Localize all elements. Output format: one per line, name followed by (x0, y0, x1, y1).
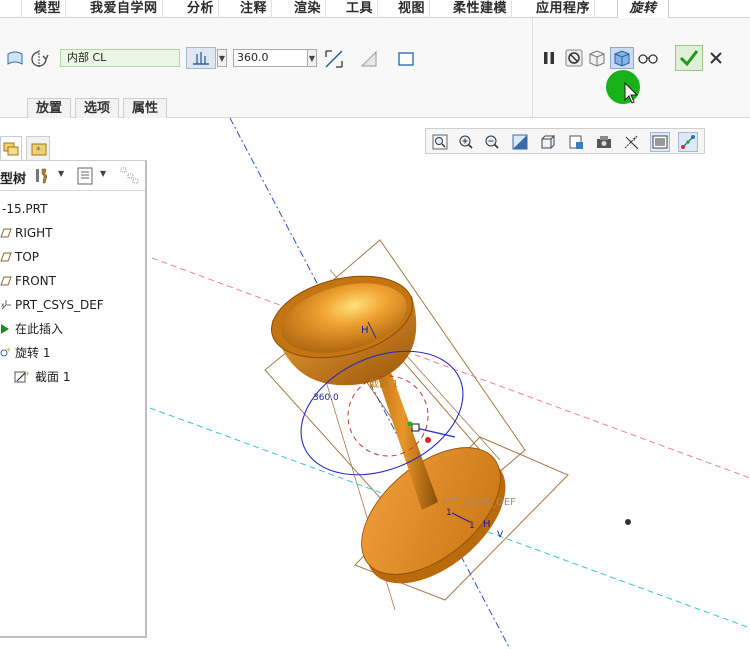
tree-item-label: FRONT (15, 274, 56, 288)
datum-plane-icon (0, 227, 12, 239)
ribbon-tab-file[interactable] (0, 0, 22, 18)
filter-tree-icon[interactable] (120, 167, 140, 188)
tree-item-label: PRT_CSYS_DEF (15, 298, 104, 312)
tree-item-part[interactable]: -15.PRT (2, 199, 47, 219)
model-tree-panel: 型树 ▼ ▼ -15.PRT RIGHT TOP FRONT x PRT_CSY… (0, 160, 147, 638)
model-tree-header: 型树 ▼ ▼ (0, 161, 145, 191)
dimension-label-2[interactable]: 1 (469, 521, 475, 531)
flip-angle-direction-icon[interactable] (322, 47, 346, 71)
ribbon-tab-analysis[interactable]: 分析 (183, 0, 220, 18)
datum-plane-icon (0, 275, 12, 287)
tree-item-label: RIGHT (15, 226, 53, 240)
click-indicator (606, 70, 640, 104)
ribbon-tab-render[interactable]: 渲染 (290, 0, 327, 18)
model-canvas[interactable]: 截面 1 360.0 H PRT_CSYS_DEF 1 1 H V (148, 118, 750, 649)
ribbon-tab-view[interactable]: 视图 (394, 0, 431, 18)
tree-item-top[interactable]: TOP (0, 247, 39, 267)
drag-handle[interactable] (411, 423, 420, 432)
tree-item-label: -15.PRT (2, 202, 48, 216)
angle-option-icon[interactable] (186, 47, 216, 69)
tab-model-tree[interactable] (0, 136, 22, 160)
svg-text:*: * (25, 371, 30, 381)
ribbon-tab-flexible-modeling[interactable]: 柔性建模 (449, 0, 513, 18)
svg-text:*: * (36, 146, 41, 156)
settings-icon[interactable] (32, 166, 52, 189)
thicken-sketch-icon[interactable] (394, 47, 418, 71)
svg-text:*: * (6, 347, 11, 357)
axis-reference-field[interactable]: 内部 CL (60, 49, 180, 67)
vertical-constraint: V (497, 530, 504, 540)
insert-here-icon (0, 323, 12, 335)
preview-geometry-icon[interactable] (586, 48, 608, 68)
show-list-icon[interactable] (76, 167, 94, 188)
show-dropdown-icon[interactable]: ▼ (100, 169, 106, 178)
surface-icon[interactable] (4, 49, 26, 69)
tree-item-right[interactable]: RIGHT (0, 223, 53, 243)
revolve-icon: * (0, 347, 12, 359)
tree-item-section[interactable]: * 截面 1 (14, 367, 70, 387)
revolve-dashboard: 内部 CL ▼ 360.0 ▼ 放置 选项 属性 (0, 18, 750, 118)
ribbon-tab-custom[interactable]: 我爱自学网 (86, 0, 163, 18)
sketch-line (415, 427, 456, 438)
ribbon-tab-annotate[interactable]: 注释 (236, 0, 273, 18)
folder-tree-icon (3, 142, 19, 156)
verify-mode-icon[interactable] (636, 49, 660, 67)
csys-icon: x (0, 299, 12, 311)
model-tree-title: 型树 (0, 172, 27, 187)
tree-item-label: 旋转 1 (15, 346, 51, 360)
ribbon-tab-applications[interactable]: 应用程序 (532, 0, 596, 18)
ok-apply-button[interactable] (675, 45, 703, 71)
tree-item-revolve[interactable]: * 旋转 1 (0, 343, 50, 363)
graphics-viewport[interactable]: 截面 1 360.0 H PRT_CSYS_DEF 1 1 H V (148, 118, 750, 649)
settings-dropdown-icon[interactable]: ▼ (58, 169, 64, 178)
sketch-icon: * (14, 371, 32, 383)
goblet-base (361, 447, 506, 584)
tab-properties[interactable]: 属性 (123, 98, 168, 118)
preview-feature-icon[interactable] (610, 47, 634, 69)
tree-item-label: 在此插入 (15, 322, 64, 336)
tab-options[interactable]: 选项 (75, 98, 120, 118)
section-label: 截面 1 (369, 377, 399, 390)
csys-label: PRT_CSYS_DEF (442, 497, 516, 508)
tree-item-label: 截面 1 (35, 370, 71, 384)
horizontal-constraint-bottom: H (483, 519, 491, 530)
favorites-folder-icon: * (31, 143, 47, 156)
spin-center-dot (625, 519, 631, 525)
ribbon-tab-model[interactable]: 模型 (30, 0, 67, 18)
angle-dimension-label[interactable]: 360.0 (313, 393, 339, 403)
no-preview-icon[interactable] (564, 48, 584, 68)
datum-plane-icon (0, 251, 12, 263)
cancel-button[interactable] (706, 49, 726, 67)
navigator-tabs: * (0, 136, 60, 160)
tab-placement[interactable]: 放置 (27, 98, 72, 118)
tree-item-label: TOP (15, 250, 40, 264)
flip-direction-icon[interactable] (28, 49, 50, 69)
dashboard-separator (532, 18, 533, 118)
tree-item-insert-here[interactable]: 在此插入 (0, 319, 63, 339)
anchor-point-marker (407, 421, 413, 427)
tab-favorites[interactable]: * (26, 136, 50, 160)
ribbon-tab-tools[interactable]: 工具 (342, 0, 379, 18)
start-point-marker (425, 437, 431, 443)
ribbon-tab-bar: 模型 我爱自学网 分析 注释 渲染 工具 视图 柔性建模 应用程序 旋转 (0, 0, 750, 19)
svg-text:x: x (1, 302, 5, 309)
goblet-bowl (271, 275, 417, 386)
angle-input[interactable]: 360.0 (233, 49, 317, 67)
datum-axis-pink (151, 257, 750, 479)
remove-material-icon[interactable] (357, 47, 381, 71)
angle-dropdown[interactable]: ▼ (307, 49, 317, 67)
horizontal-constraint-top: H (361, 325, 369, 336)
pause-icon[interactable] (540, 49, 558, 67)
dimension-label-1[interactable]: 1 (446, 508, 452, 518)
angle-option-dropdown[interactable]: ▼ (217, 49, 227, 67)
ribbon-tab-revolve[interactable]: 旋转 (617, 0, 669, 19)
tree-item-csys[interactable]: x PRT_CSYS_DEF (0, 295, 104, 315)
tree-item-front[interactable]: FRONT (0, 271, 56, 291)
